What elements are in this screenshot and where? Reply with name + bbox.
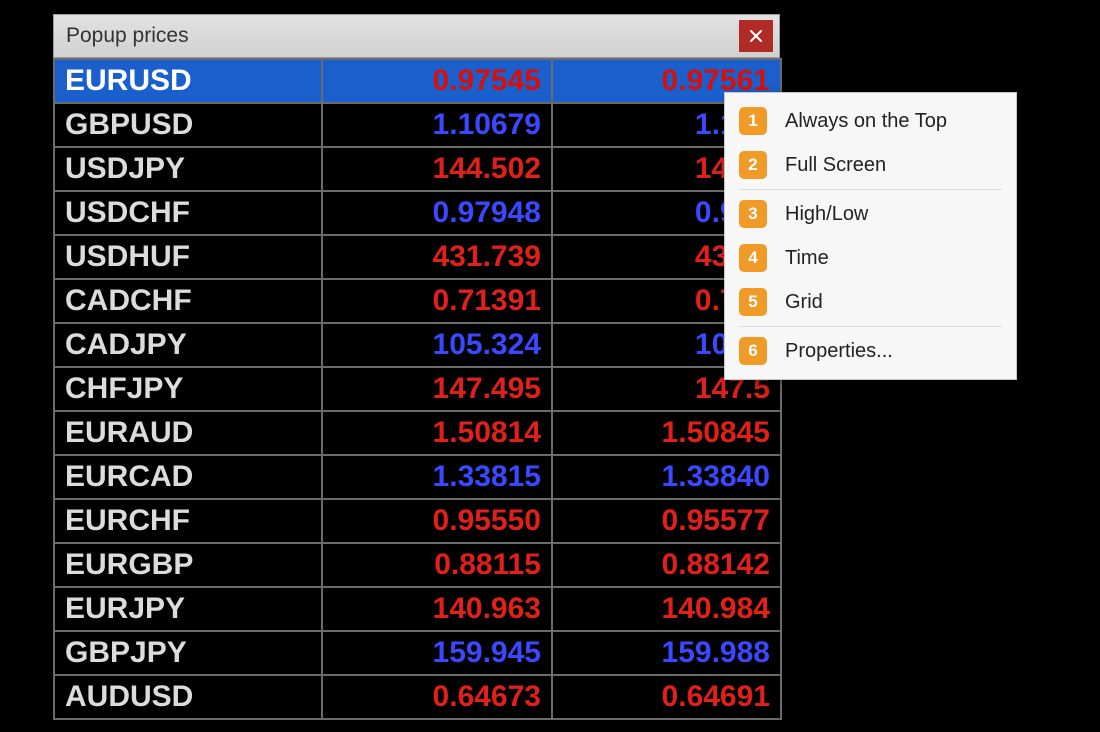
table-row[interactable]: USDHUF431.739432.5 [54,235,781,279]
menu-number-badge: 5 [739,288,767,316]
context-menu-item[interactable]: 6 Properties... [725,329,1016,373]
table-row[interactable]: CADCHF0.713910.714 [54,279,781,323]
context-menu-item[interactable]: 4 Time [725,236,1016,280]
bid-cell: 144.502 [322,147,552,191]
close-icon [750,30,762,42]
symbol-cell: CADCHF [54,279,322,323]
context-menu-label: Time [785,247,829,270]
symbol-cell: GBPJPY [54,631,322,675]
symbol-cell: CADJPY [54,323,322,367]
table-row[interactable]: EURCHF0.955500.95577 [54,499,781,543]
bid-cell: 1.33815 [322,455,552,499]
symbol-cell: GBPUSD [54,103,322,147]
symbol-cell: CHFJPY [54,367,322,411]
table-row[interactable]: CHFJPY147.495147.5 [54,367,781,411]
context-menu-item[interactable]: 5 Grid [725,280,1016,324]
bid-cell: 105.324 [322,323,552,367]
context-menu-label: Always on the Top [785,110,947,133]
context-menu-label: Full Screen [785,154,886,177]
ask-cell: 140.984 [552,587,781,631]
bid-cell: 0.97545 [322,59,552,103]
symbol-cell: EURCAD [54,455,322,499]
table-row[interactable]: GBPUSD1.106791.107 [54,103,781,147]
bid-cell: 1.50814 [322,411,552,455]
ask-cell: 1.33840 [552,455,781,499]
table-row[interactable]: EURAUD1.508141.50845 [54,411,781,455]
context-menu: 1 Always on the Top 2 Full Screen 3 High/Low 4… [724,92,1017,380]
symbol-cell: USDHUF [54,235,322,279]
context-menu-item[interactable]: 3 High/Low [725,192,1016,236]
ask-cell: 1.50845 [552,411,781,455]
bid-cell: 0.97948 [322,191,552,235]
context-menu-item[interactable]: 2 Full Screen [725,143,1016,187]
symbol-cell: EURCHF [54,499,322,543]
menu-number-badge: 3 [739,200,767,228]
ask-cell: 0.88142 [552,543,781,587]
symbol-cell: EURUSD [54,59,322,103]
symbol-cell: EURJPY [54,587,322,631]
table-row[interactable]: EURUSD0.975450.97561 [54,59,781,103]
menu-number-badge: 4 [739,244,767,272]
context-menu-label: Properties... [785,340,893,363]
context-menu-label: High/Low [785,203,868,226]
table-row[interactable]: EURCAD1.338151.33840 [54,455,781,499]
close-button[interactable] [739,20,773,52]
symbol-cell: USDJPY [54,147,322,191]
ask-cell: 0.95577 [552,499,781,543]
bid-cell: 0.71391 [322,279,552,323]
table-row[interactable]: AUDUSD0.646730.64691 [54,675,781,719]
context-menu-label: Grid [785,291,823,314]
bid-cell: 1.10679 [322,103,552,147]
symbol-cell: AUDUSD [54,675,322,719]
context-menu-separator [739,326,1002,327]
bid-cell: 159.945 [322,631,552,675]
popup-titlebar[interactable]: Popup prices [53,14,780,58]
table-row[interactable]: EURJPY140.963140.984 [54,587,781,631]
ask-cell: 0.64691 [552,675,781,719]
table-row[interactable]: USDJPY144.502144.5 [54,147,781,191]
bid-cell: 147.495 [322,367,552,411]
menu-number-badge: 6 [739,337,767,365]
context-menu-separator [739,189,1002,190]
table-row[interactable]: GBPJPY159.945159.988 [54,631,781,675]
symbol-cell: EURGBP [54,543,322,587]
popup-prices-window: Popup prices EURUSD0.975450.97561GBPUSD1… [53,14,780,720]
table-row[interactable]: EURGBP0.881150.88142 [54,543,781,587]
table-row[interactable]: CADJPY105.324105.3 [54,323,781,367]
price-table: EURUSD0.975450.97561GBPUSD1.106791.107US… [53,58,782,720]
context-menu-item[interactable]: 1 Always on the Top [725,99,1016,143]
symbol-cell: USDCHF [54,191,322,235]
bid-cell: 140.963 [322,587,552,631]
table-row[interactable]: USDCHF0.979480.979 [54,191,781,235]
symbol-cell: EURAUD [54,411,322,455]
popup-title: Popup prices [66,24,739,48]
menu-number-badge: 1 [739,107,767,135]
bid-cell: 0.88115 [322,543,552,587]
menu-number-badge: 2 [739,151,767,179]
bid-cell: 431.739 [322,235,552,279]
ask-cell: 159.988 [552,631,781,675]
bid-cell: 0.64673 [322,675,552,719]
bid-cell: 0.95550 [322,499,552,543]
